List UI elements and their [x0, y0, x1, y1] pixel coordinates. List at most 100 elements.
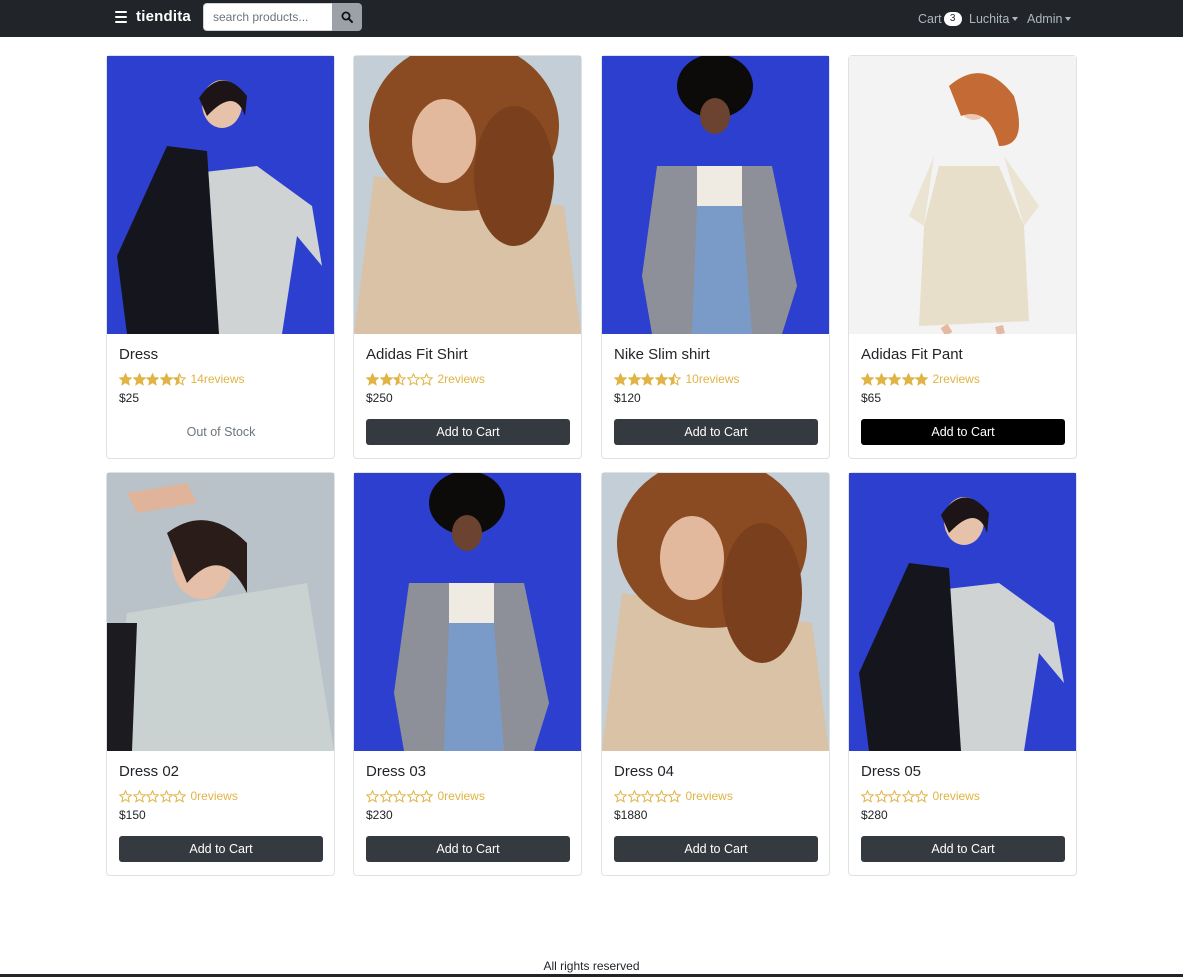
star-filled-icon — [915, 372, 928, 386]
star-empty-icon — [393, 789, 406, 803]
search-button[interactable] — [332, 3, 362, 31]
add-to-cart-button[interactable]: Add to Cart — [861, 419, 1065, 445]
review-count: 2reviews — [932, 372, 980, 386]
star-empty-icon — [888, 789, 901, 803]
product-name-link[interactable]: Dress — [119, 346, 158, 363]
add-to-cart-button[interactable]: Add to Cart — [861, 836, 1065, 862]
product-card: Nike Slim shirt 10reviews $120 Add to Cart — [601, 55, 830, 459]
rating-stars — [119, 372, 187, 386]
admin-menu-dropdown[interactable]: Admin — [1027, 0, 1072, 37]
rating-stars — [614, 372, 682, 386]
cart-label: Cart — [918, 11, 942, 26]
product-name-link[interactable]: Dress 05 — [861, 763, 921, 780]
product-price: $250 — [366, 391, 393, 405]
product-card: Adidas Fit Pant 2reviews $65 Add to Cart — [848, 55, 1077, 459]
chevron-down-icon — [1012, 16, 1019, 21]
product-rating: 2reviews — [366, 372, 485, 386]
review-count: 0reviews — [437, 789, 485, 803]
user-menu-label: Luchita — [969, 11, 1010, 26]
product-rating: 0reviews — [614, 789, 733, 803]
product-photo — [107, 473, 334, 751]
product-card: Adidas Fit Shirt 2reviews $250 Add to Cart — [353, 55, 582, 459]
star-filled-icon — [901, 372, 915, 386]
chevron-down-icon — [1065, 16, 1072, 21]
top-navbar: tiendita Cart 3 Luchita Admin — [0, 0, 1183, 37]
product-image-link[interactable] — [849, 56, 1076, 334]
product-image-link[interactable] — [354, 56, 581, 334]
product-photo — [602, 473, 829, 751]
product-name-link[interactable]: Dress 03 — [366, 763, 426, 780]
product-price: $280 — [861, 808, 888, 822]
star-empty-icon — [119, 789, 132, 803]
add-to-cart-button[interactable]: Add to Cart — [614, 419, 818, 445]
product-rating: 0reviews — [119, 789, 238, 803]
review-count: 14reviews — [190, 372, 245, 386]
search-input[interactable] — [203, 3, 332, 31]
product-rating: 0reviews — [861, 789, 980, 803]
product-price: $120 — [614, 391, 641, 405]
product-name-link[interactable]: Adidas Fit Pant — [861, 346, 963, 363]
star-empty-icon — [406, 789, 420, 803]
product-image-link[interactable] — [602, 473, 829, 751]
product-image-link[interactable] — [107, 56, 334, 334]
star-empty-icon — [173, 789, 186, 803]
star-empty-icon — [668, 789, 681, 803]
star-filled-icon — [132, 372, 146, 386]
product-card: Dress 03 0reviews $230 Add to Cart — [353, 472, 582, 876]
hamburger-menu-icon[interactable] — [115, 11, 127, 23]
star-filled-icon — [614, 372, 627, 386]
product-price: $25 — [119, 391, 140, 405]
star-filled-icon — [641, 372, 654, 386]
product-photo — [354, 56, 581, 334]
product-image-link[interactable] — [107, 473, 334, 751]
product-image-link[interactable] — [849, 473, 1076, 751]
star-empty-icon — [420, 789, 433, 803]
star-filled-icon — [888, 372, 901, 386]
product-image-link[interactable] — [602, 56, 829, 334]
star-empty-icon — [654, 789, 668, 803]
review-count: 0reviews — [685, 789, 733, 803]
star-filled-icon — [379, 372, 393, 386]
star-empty-icon — [614, 789, 627, 803]
star-empty-icon — [627, 789, 641, 803]
add-to-cart-button[interactable]: Add to Cart — [119, 836, 323, 862]
add-to-cart-button[interactable]: Add to Cart — [366, 836, 570, 862]
review-count: 10reviews — [685, 372, 740, 386]
star-empty-icon — [366, 789, 379, 803]
admin-menu-label: Admin — [1027, 11, 1063, 26]
add-to-cart-button[interactable]: Add to Cart — [614, 836, 818, 862]
product-card: Dress 05 0reviews $280 Add to Cart — [848, 472, 1077, 876]
add-to-cart-button[interactable]: Add to Cart — [366, 419, 570, 445]
product-rating: 2reviews — [861, 372, 980, 386]
rating-stars — [366, 789, 434, 803]
star-filled-icon — [861, 372, 874, 386]
user-menu-dropdown[interactable]: Luchita — [969, 0, 1019, 37]
star-empty-icon — [641, 789, 654, 803]
product-card: Dress 02 0reviews $150 Add to Cart — [106, 472, 335, 876]
footer-copyright: All rights reserved — [543, 959, 640, 973]
product-name-link[interactable]: Nike Slim shirt — [614, 346, 710, 363]
product-photo — [849, 56, 1076, 334]
review-count: 0reviews — [932, 789, 980, 803]
star-filled-icon — [159, 372, 173, 386]
product-photo — [602, 56, 829, 334]
rating-stars — [861, 789, 929, 803]
product-card: Dress 04 0reviews $1880 Add to Cart — [601, 472, 830, 876]
star-filled-icon — [119, 372, 132, 386]
review-count: 2reviews — [437, 372, 485, 386]
rating-stars — [366, 372, 434, 386]
product-price: $1880 — [614, 808, 648, 822]
star-filled-icon — [146, 372, 159, 386]
product-name-link[interactable]: Dress 04 — [614, 763, 674, 780]
product-image-link[interactable] — [354, 473, 581, 751]
brand-logo[interactable]: tiendita — [136, 8, 191, 25]
star-empty-icon — [159, 789, 173, 803]
product-photo — [354, 473, 581, 751]
star-half-icon — [173, 372, 186, 386]
cart-link[interactable]: Cart 3 — [918, 0, 962, 37]
rating-stars — [119, 789, 187, 803]
rating-stars — [861, 372, 929, 386]
product-photo — [107, 56, 334, 334]
product-name-link[interactable]: Dress 02 — [119, 763, 179, 780]
product-name-link[interactable]: Adidas Fit Shirt — [366, 346, 468, 363]
